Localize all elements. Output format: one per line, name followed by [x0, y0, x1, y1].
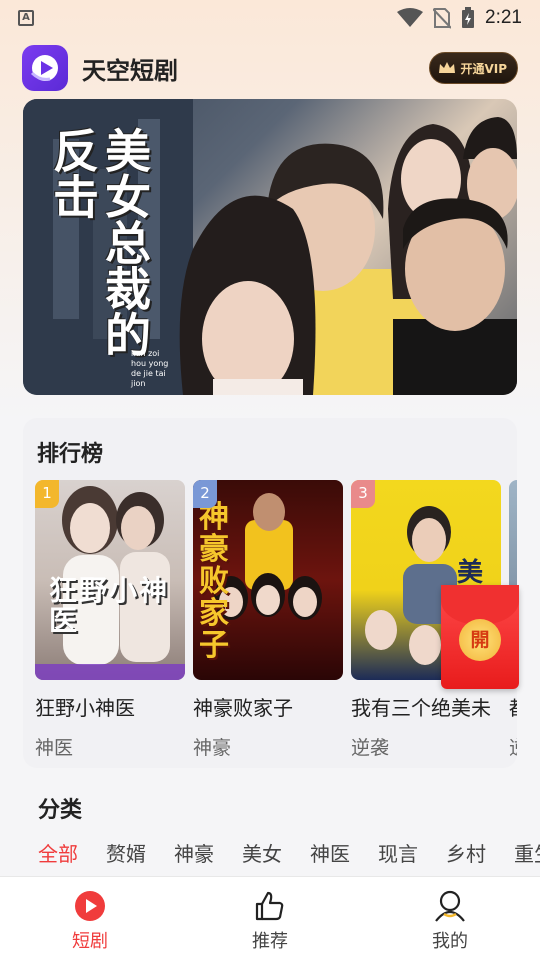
crown-icon — [439, 62, 456, 73]
category-tab[interactable]: 神医 — [310, 838, 378, 874]
wifi-icon — [397, 8, 424, 27]
app-logo — [22, 45, 68, 91]
a-notification-icon: A — [18, 10, 34, 26]
ranking-poster: 神豪败家子 2 — [193, 480, 343, 680]
vip-button[interactable]: 开通VIP — [429, 52, 518, 84]
ranking-item-name: 都 — [509, 692, 517, 721]
category-title: 分类 — [38, 797, 83, 822]
thumbs-up-icon — [255, 891, 284, 921]
category-tab[interactable]: 神豪 — [174, 838, 242, 874]
poster-title: 神豪败家子 — [199, 500, 281, 663]
nav-label: 推荐 — [252, 931, 288, 951]
category-tab[interactable]: 乡村 — [446, 838, 514, 874]
bottom-navigation: 短剧 推荐 我的 — [0, 876, 540, 960]
rank-badge: 3 — [351, 480, 375, 508]
app-header: 天空短剧 开通VIP — [22, 44, 518, 92]
ranking-item[interactable]: 狂野小神医 1 狂野小神医 神医 — [35, 480, 185, 760]
nav-label: 我的 — [432, 931, 468, 951]
category-tab[interactable]: 重生 — [514, 838, 540, 874]
category-tab[interactable]: 现言 — [378, 838, 446, 874]
ranking-item-tag: 逆 — [509, 733, 517, 760]
ranking-poster: 狂野小神医 1 — [35, 480, 185, 680]
nav-item-mine[interactable]: 我的 — [360, 877, 540, 960]
rank-badge: 2 — [193, 480, 217, 508]
nav-item-short-drama[interactable]: 短剧 — [0, 877, 180, 960]
ranking-title: 排行榜 — [37, 441, 104, 466]
status-time: 2:21 — [485, 7, 522, 28]
nav-label: 短剧 — [72, 931, 108, 951]
battery-charging-icon — [462, 7, 475, 28]
banner-title: 美女总裁的反击 — [46, 127, 152, 357]
ranking-item-name: 神豪败家子 — [193, 698, 293, 720]
nav-item-recommend[interactable]: 推荐 — [180, 877, 360, 960]
banner-subtitle: kun zoi hou yong de jie tai jion — [131, 349, 169, 388]
user-icon — [435, 890, 465, 922]
ranking-item-tag: 逆袭 — [351, 738, 390, 759]
featured-banner[interactable]: 美女总裁的反击 kun zoi hou yong de jie tai jion — [23, 99, 517, 395]
ranking-item-name: 我有三个绝美未 — [351, 698, 491, 720]
ranking-item-tag: 神豪 — [193, 738, 232, 759]
category-tab[interactable]: 赘婿 — [106, 838, 174, 874]
play-logo-icon — [30, 55, 58, 81]
category-tab[interactable]: 美女 — [242, 838, 310, 874]
envelope-open-label: 開 — [459, 619, 501, 661]
category-tab-all[interactable]: 全部 — [38, 838, 106, 874]
ranking-item-name: 狂野小神医 — [35, 698, 135, 720]
app-title: 天空短剧 — [82, 57, 178, 85]
poster-title: 狂野小神医 — [49, 574, 170, 637]
no-sim-icon — [433, 8, 452, 29]
category-tabs: 全部 赘婿 神豪 美女 神医 现言 乡村 重生 — [0, 838, 540, 874]
status-bar: A 2:21 — [0, 0, 540, 36]
ranking-item[interactable]: 神豪败家子 2 神豪败家子 神豪 — [193, 480, 343, 760]
poster-title: 美 — [457, 558, 484, 588]
red-envelope-button[interactable]: 開 — [441, 585, 519, 689]
rank-badge: 1 — [35, 480, 59, 508]
ranking-item-tag: 神医 — [35, 738, 74, 759]
vip-label: 开通VIP — [460, 61, 507, 76]
play-circle-icon — [75, 891, 105, 921]
